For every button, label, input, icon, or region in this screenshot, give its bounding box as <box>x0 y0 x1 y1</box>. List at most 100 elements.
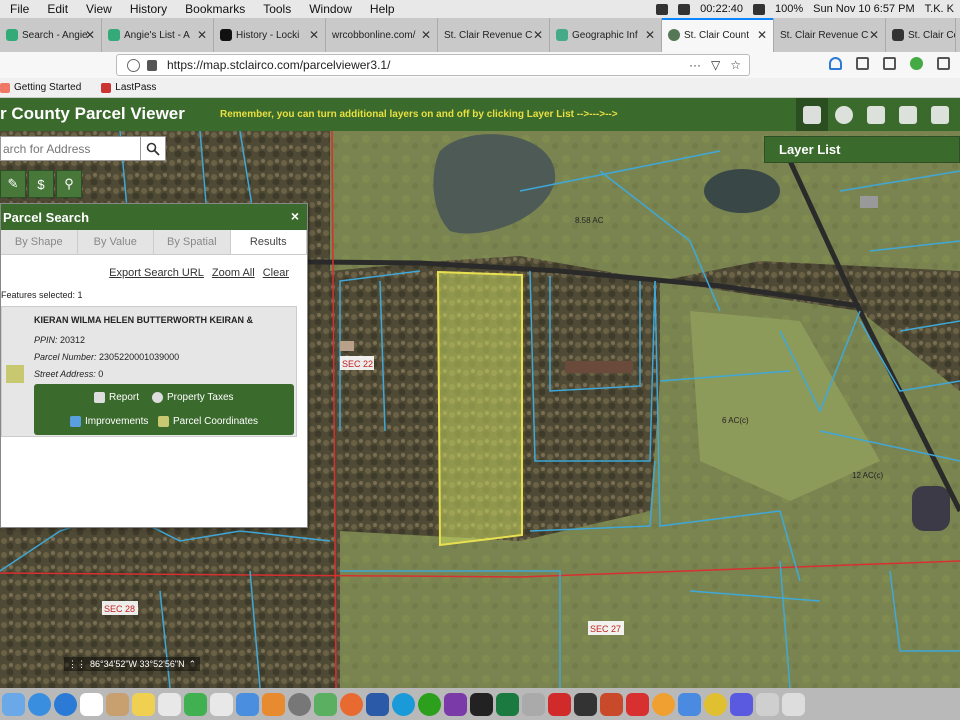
browser-tab[interactable]: Angie's List - A ✕ <box>102 18 214 52</box>
firefox-icon[interactable] <box>340 692 363 716</box>
user-name[interactable]: T.K. K <box>925 3 954 15</box>
search-button[interactable] <box>140 136 166 161</box>
facetime-icon[interactable] <box>184 692 207 716</box>
layer-list-panel[interactable]: Layer List <box>764 136 960 163</box>
info-icon[interactable] <box>127 59 140 72</box>
sketch-icon[interactable] <box>652 692 675 716</box>
bookmark-getting-started[interactable]: Getting Started <box>0 82 81 93</box>
url-text[interactable]: https://map.stclairco.com/parcelviewer3.… <box>167 58 390 72</box>
excel-icon[interactable] <box>496 692 519 716</box>
skype-icon[interactable] <box>392 692 415 716</box>
browser-tab[interactable]: St. Clair Revenue C ✕ <box>774 18 886 52</box>
trash-icon[interactable] <box>782 692 805 716</box>
word-icon[interactable] <box>366 692 389 716</box>
photos-icon[interactable] <box>158 692 181 716</box>
quickbooks-icon[interactable] <box>418 692 441 716</box>
improvements-button[interactable]: Improvements <box>70 416 148 427</box>
bookmark-star-icon[interactable]: ☆ <box>730 58 741 72</box>
close-icon[interactable]: × <box>291 208 299 224</box>
books-icon[interactable] <box>262 692 285 716</box>
tab-results[interactable]: Results <box>230 230 307 254</box>
menu-edit[interactable]: Edit <box>47 2 68 16</box>
collapse-icon[interactable]: ⌃ <box>189 659 197 670</box>
capture-icon[interactable] <box>626 692 649 716</box>
menu-view[interactable]: View <box>86 2 112 16</box>
draw-tool-button[interactable]: ✎ <box>0 170 26 198</box>
maps-icon[interactable] <box>314 692 337 716</box>
menu-file[interactable]: File <box>10 2 29 16</box>
tab-by-value[interactable]: By Value <box>77 230 154 254</box>
locate-tool-button[interactable]: ⚲ <box>56 170 82 198</box>
address-search-input[interactable] <box>0 136 140 161</box>
network-icon[interactable] <box>678 692 701 716</box>
measure-button[interactable] <box>860 98 892 131</box>
tab-by-shape[interactable]: By Shape <box>1 230 78 254</box>
browser-tab[interactable]: St. Clair Revenue C ✕ <box>438 18 550 52</box>
print-button[interactable] <box>892 98 924 131</box>
close-tab-icon[interactable]: ✕ <box>309 28 319 42</box>
terminal-icon[interactable] <box>470 692 493 716</box>
quicken-icon[interactable] <box>548 692 571 716</box>
property-taxes-button[interactable]: Property Taxes <box>152 392 234 403</box>
report-button[interactable]: Report <box>94 392 139 403</box>
pocket-icon[interactable]: ▽ <box>711 58 720 72</box>
sidebar-icon[interactable] <box>883 57 896 70</box>
browser-tab[interactable]: wrcobbonline.com/ ✕ <box>326 18 438 52</box>
url-bar[interactable]: https://map.stclairco.com/parcelviewer3.… <box>116 54 750 76</box>
basemap-button[interactable] <box>828 98 860 131</box>
music-icon[interactable] <box>210 692 233 716</box>
activity-icon[interactable] <box>574 692 597 716</box>
preview-icon[interactable] <box>522 692 545 716</box>
parcel-coordinates-button[interactable]: Parcel Coordinates <box>158 416 258 427</box>
browser-tab[interactable]: Search - Angie ✕ <box>0 18 102 52</box>
screen-recorder-icon[interactable] <box>678 3 691 15</box>
wifi-icon[interactable] <box>753 3 765 15</box>
settings-icon[interactable] <box>288 692 311 716</box>
close-tab-icon[interactable]: ✕ <box>645 28 655 42</box>
extension-check-icon[interactable] <box>910 57 923 70</box>
close-tab-icon[interactable]: ✕ <box>85 28 95 42</box>
close-tab-icon[interactable]: ✕ <box>421 28 431 42</box>
page-actions-icon[interactable]: ··· <box>689 58 701 72</box>
clear-link[interactable]: Clear <box>263 267 289 279</box>
browser-tab[interactable]: History - Locki ✕ <box>214 18 326 52</box>
zoom-all-link[interactable]: Zoom All <box>212 267 255 279</box>
close-tab-icon[interactable]: ✕ <box>533 28 543 42</box>
drag-handle-icon[interactable]: ⋮⋮ <box>68 659 86 670</box>
finder-icon[interactable] <box>2 692 25 716</box>
notes-icon[interactable] <box>132 692 155 716</box>
menu-bookmarks[interactable]: Bookmarks <box>185 2 245 16</box>
contacts-icon[interactable] <box>106 692 129 716</box>
downloads-icon[interactable] <box>829 57 842 70</box>
lock-icon[interactable] <box>147 60 157 71</box>
safari-icon[interactable] <box>28 692 51 716</box>
dropbox-icon[interactable] <box>656 3 669 15</box>
onenote-icon[interactable] <box>444 692 467 716</box>
datetime[interactable]: Sun Nov 10 6:57 PM <box>813 3 915 15</box>
appstore-icon[interactable] <box>54 692 77 716</box>
close-tab-icon[interactable]: ✕ <box>869 28 879 42</box>
menu-window[interactable]: Window <box>309 2 352 16</box>
result-card[interactable]: KIERAN WILMA HELEN BUTTERWORTH KEIRAN & … <box>1 306 297 437</box>
menu-history[interactable]: History <box>130 2 167 16</box>
layer-list-button[interactable] <box>796 98 828 131</box>
chrome-icon[interactable] <box>704 692 727 716</box>
tax-tool-button[interactable]: $ <box>28 170 54 198</box>
education-button[interactable] <box>924 98 956 131</box>
browser-tab[interactable]: St. Clair Count <box>886 18 956 52</box>
tab-by-spatial[interactable]: By Spatial <box>154 230 231 254</box>
library-icon[interactable] <box>856 57 869 70</box>
export-search-url-link[interactable]: Export Search URL <box>109 267 204 279</box>
close-tab-icon[interactable]: ✕ <box>197 28 207 42</box>
app-icon[interactable] <box>730 692 753 716</box>
menu-tools[interactable]: Tools <box>263 2 291 16</box>
bookmark-lastpass[interactable]: LastPass <box>101 82 156 93</box>
menu-icon[interactable] <box>937 57 950 70</box>
close-tab-icon[interactable]: ✕ <box>757 28 767 42</box>
selected-parcel[interactable] <box>436 270 523 547</box>
menu-help[interactable]: Help <box>370 2 395 16</box>
calendar-icon[interactable] <box>80 692 103 716</box>
powerpoint-icon[interactable] <box>600 692 623 716</box>
browser-tab[interactable]: Geographic Inf ✕ <box>550 18 662 52</box>
browser-tab-active[interactable]: St. Clair Count ✕ <box>662 18 774 52</box>
